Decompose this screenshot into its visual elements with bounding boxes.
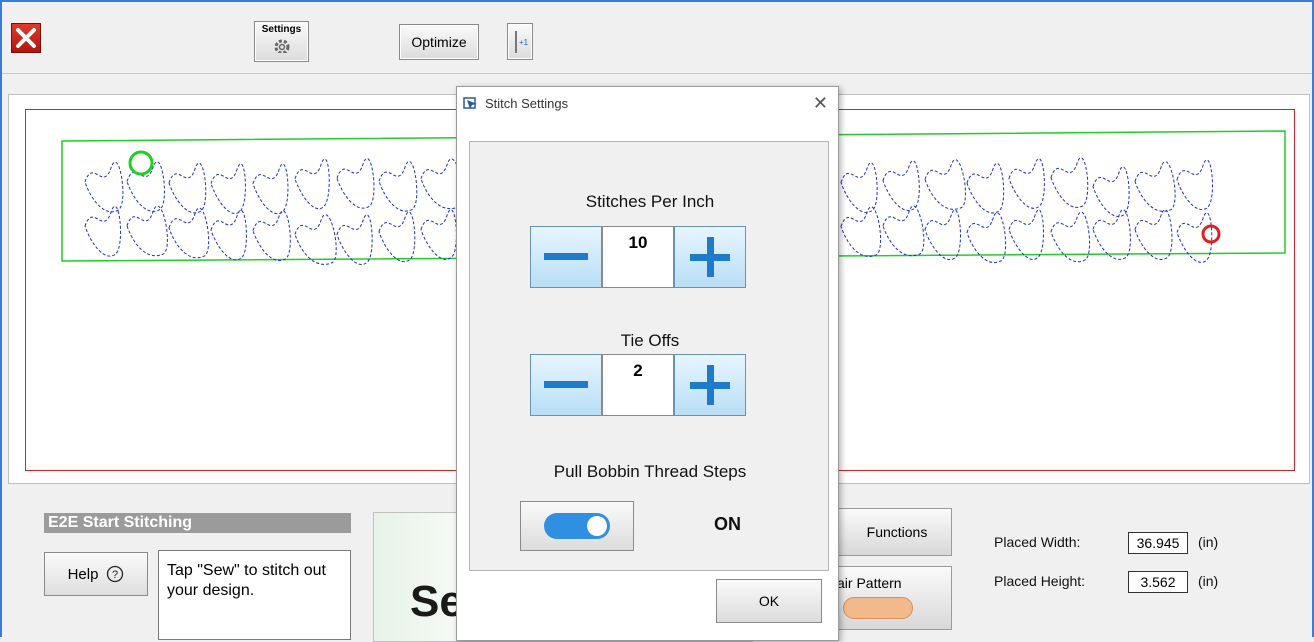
needle-label: +1: [519, 38, 529, 47]
stitch-motif: [1134, 209, 1173, 260]
stitches-per-inch-stepper: 10: [530, 226, 746, 288]
tieoffs-increment-button[interactable]: [674, 354, 746, 416]
tip-text: Tap "Sew" to stitch out your design.: [158, 550, 351, 640]
stitch-motif: [924, 209, 961, 261]
dialog-window-icon: [463, 97, 477, 109]
placed-width-label: Placed Width:: [994, 534, 1081, 550]
stitch-motif: [1050, 157, 1089, 208]
minus-icon: [544, 253, 588, 260]
placed-height-label: Placed Height:: [994, 573, 1086, 589]
stitch-motif: [126, 205, 168, 257]
stitch-motif: [210, 163, 246, 214]
dialog-title: Stitch Settings: [485, 95, 569, 111]
stitch-motif: [882, 160, 920, 211]
stitch-motif: [84, 206, 122, 257]
start-marker: [128, 150, 154, 176]
help-button[interactable]: Help ?: [44, 552, 148, 596]
toggle-knob: [587, 516, 607, 536]
stitch-motif: [420, 209, 457, 260]
repair-pattern-button[interactable]: air Pattern: [822, 566, 952, 630]
stitch-motif: [1008, 158, 1045, 209]
tie-offs-stepper: 2: [530, 354, 746, 416]
placed-height-unit: (in): [1198, 573, 1219, 589]
plus-icon: [690, 237, 730, 277]
dialog-body: Stitches Per Inch 10 Tie Offs 2 Pull Bob…: [469, 141, 829, 571]
optimize-label: Optimize: [411, 34, 467, 50]
stitch-motif: [252, 210, 291, 261]
placed-height-field: 3.562: [1128, 571, 1188, 593]
bandage-icon: [843, 597, 913, 619]
stitch-motif: [840, 162, 878, 213]
stitch-motif: [924, 159, 966, 210]
pull-bobbin-label: Pull Bobbin Thread Steps: [553, 462, 747, 481]
spi-value[interactable]: 10: [602, 226, 674, 288]
stitch-motif: [1134, 161, 1176, 212]
stitch-motif: [84, 161, 124, 213]
toolbar: Settings Optimize +1: [2, 2, 1312, 74]
stitch-motif: [882, 205, 925, 257]
stitch-motif: [378, 161, 418, 212]
stitch-motif: [1092, 209, 1131, 260]
needle-plus-one-button[interactable]: +1: [507, 23, 533, 60]
close-icon: [16, 28, 36, 48]
tieoffs-decrement-button[interactable]: [530, 354, 602, 416]
question-icon: ?: [107, 565, 124, 583]
stitch-motif: [840, 206, 882, 257]
plus-icon: [690, 365, 730, 405]
stitch-motif: [168, 162, 207, 214]
stitch-motif: [378, 211, 416, 263]
dialog-close-icon[interactable]: ✕: [813, 93, 828, 114]
settings-label: Settings: [261, 24, 302, 35]
dialog-titlebar: Stitch Settings ✕: [457, 87, 838, 119]
placed-width-field: 36.945: [1128, 532, 1188, 554]
spi-increment-button[interactable]: [674, 226, 746, 288]
placed-width-unit: (in): [1198, 534, 1219, 550]
needle-icon: +1: [515, 30, 529, 53]
toggle-track: [544, 513, 610, 539]
pull-bobbin-state: ON: [714, 514, 741, 534]
settings-button[interactable]: Settings: [254, 21, 309, 62]
ok-label: OK: [758, 593, 780, 609]
stitch-settings-dialog: Stitch Settings ✕ Stitches Per Inch 10 T…: [456, 86, 839, 641]
gear-icon: [274, 39, 289, 55]
tie-offs-label: Tie Offs: [620, 331, 680, 350]
optimize-button[interactable]: Optimize: [399, 24, 479, 60]
ok-button[interactable]: OK: [716, 579, 822, 623]
stitch-motif: [252, 163, 289, 215]
mode-title: E2E Start Stitching: [44, 513, 351, 533]
help-label: Help: [67, 565, 99, 583]
stitch-motif: [336, 158, 375, 209]
stitch-motif: [966, 162, 1005, 214]
stitches-per-inch-label: Stitches Per Inch: [585, 192, 715, 211]
stitch-motif: [294, 214, 337, 265]
tieoffs-value[interactable]: 2: [602, 354, 674, 416]
stitch-motif: [1092, 166, 1130, 217]
functions-label: Functions: [866, 524, 928, 540]
svg-text:?: ?: [112, 569, 118, 581]
pull-bobbin-toggle[interactable]: [520, 501, 634, 551]
stitch-motif: [210, 209, 247, 261]
stitch-motif: [1176, 212, 1213, 263]
stitch-motif: [336, 214, 373, 265]
minus-icon: [544, 381, 588, 388]
stitch-motif: [1176, 159, 1213, 210]
spi-decrement-button[interactable]: [530, 226, 602, 288]
stitch-motif: [1008, 209, 1045, 260]
close-button[interactable]: [11, 23, 41, 53]
stitch-motif: [168, 207, 210, 259]
functions-button[interactable]: Functions: [822, 508, 952, 556]
stitch-motif: [294, 158, 330, 210]
repair-pattern-label: air Pattern: [837, 575, 902, 591]
